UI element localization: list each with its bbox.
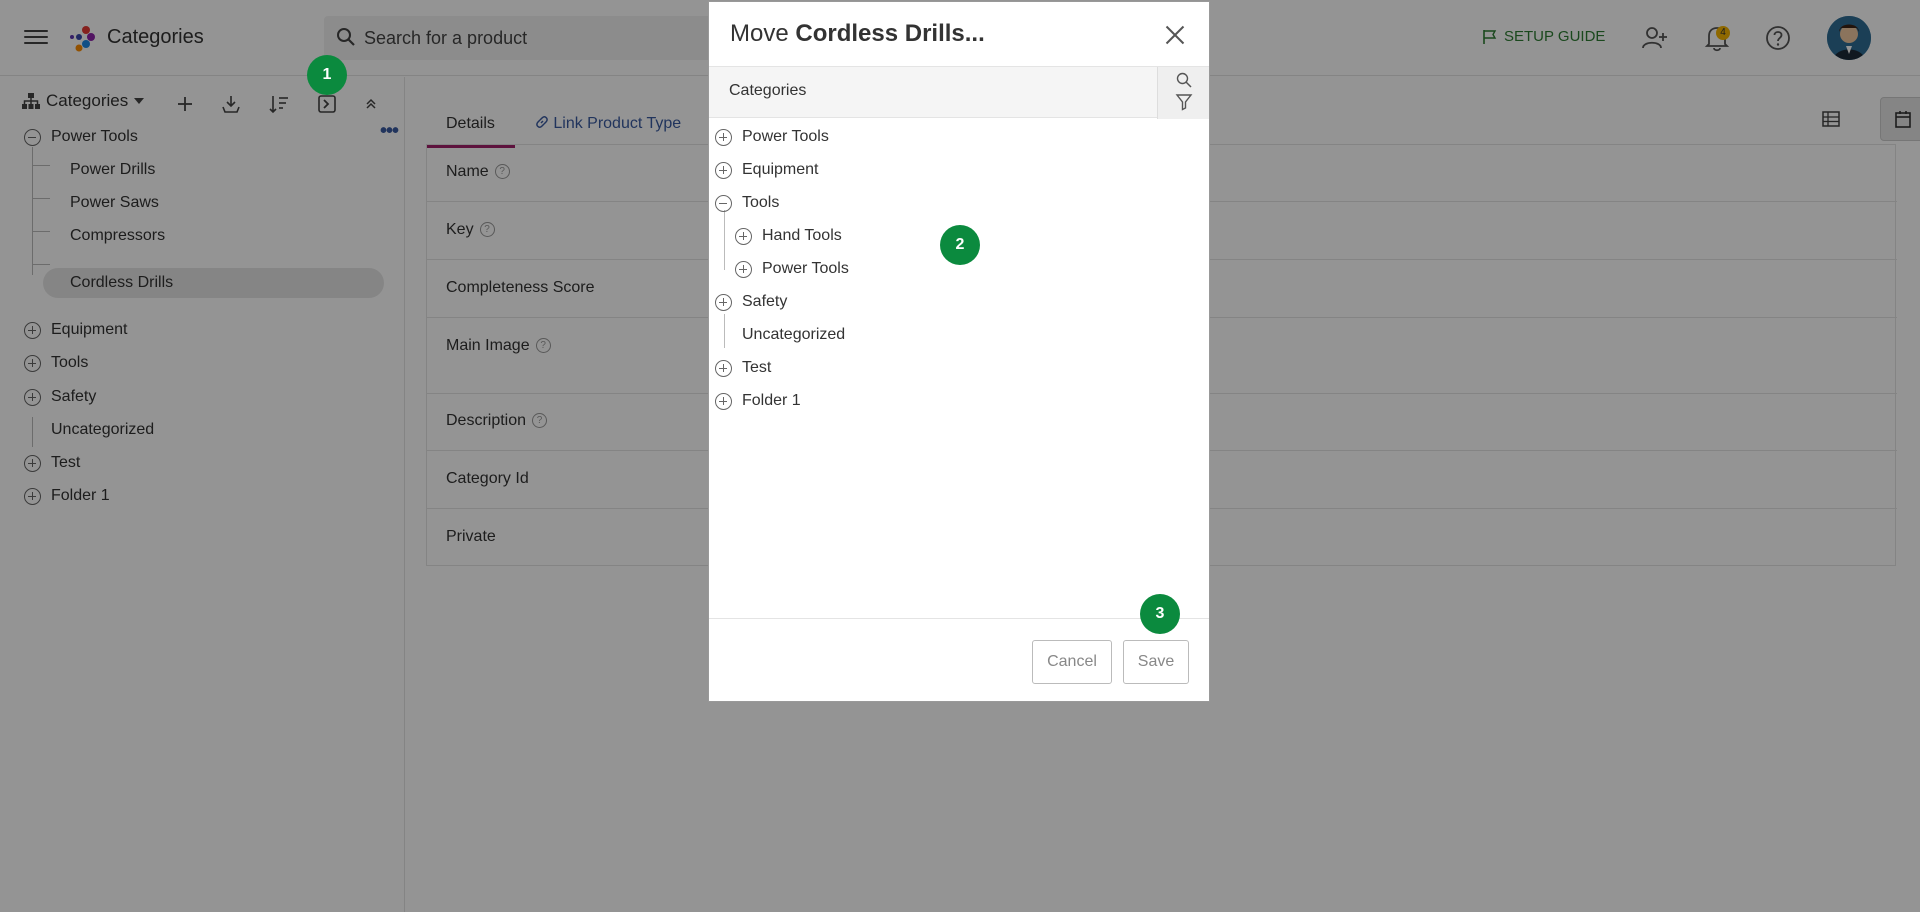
save-button[interactable]: Save [1123,640,1189,684]
tree-item-label: Tools [742,194,780,211]
expand-icon[interactable] [715,162,732,179]
search-icon[interactable] [1175,71,1193,89]
tree-item-label: Power Tools [742,128,829,145]
tree-tools [1157,67,1209,119]
dialog-tree-item-uncategorized[interactable]: Uncategorized [713,320,1193,350]
step-badge-3: 3 [1140,594,1180,634]
dialog-tree-item-safety[interactable]: Safety [713,287,1193,317]
expand-icon[interactable] [735,261,752,278]
dialog-title-prefix: Move [730,20,796,47]
dialog-tree-header-label: Categories [729,82,807,99]
close-icon[interactable] [1164,24,1186,46]
expand-icon[interactable] [715,393,732,410]
dialog-tree-item-tools[interactable]: Tools [713,188,1193,218]
step-badge-1: 1 [307,55,347,95]
dialog-tree-item-equipment[interactable]: Equipment [713,155,1193,185]
expand-icon[interactable] [715,360,732,377]
tree-item-label: Equipment [742,161,819,178]
tree-connector [724,210,725,270]
tree-item-label: Safety [742,293,788,310]
filter-icon[interactable] [1175,93,1193,111]
tree-item-label: Power Tools [762,260,849,277]
expand-icon[interactable] [735,228,752,245]
move-category-dialog: Move Cordless Drills... Categories Power… [708,1,1210,702]
dialog-tree-item-power-tools[interactable]: Power Tools [713,122,1193,152]
expand-icon[interactable] [715,129,732,146]
dialog-tree-header: Categories [709,66,1209,119]
cancel-button[interactable]: Cancel [1032,640,1112,684]
tree-item-label: Test [742,359,772,376]
dialog-title-category: Cordless Drills... [795,20,985,47]
expand-icon[interactable] [715,294,732,311]
step-badge-2: 2 [940,225,980,265]
collapse-icon[interactable] [715,195,732,212]
tree-item-label: Uncategorized [742,326,846,343]
tree-item-label: Folder 1 [742,392,801,409]
tree-item-label: Hand Tools [762,227,842,244]
dialog-tree-item-test[interactable]: Test [713,353,1193,383]
app-window: Categories Search for a product SETUP GU… [0,0,1920,912]
dialog-title: Move Cordless Drills... [730,20,985,48]
dialog-tree-item-folder-1[interactable]: Folder 1 [713,386,1193,416]
dialog-footer-divider [709,618,1209,619]
